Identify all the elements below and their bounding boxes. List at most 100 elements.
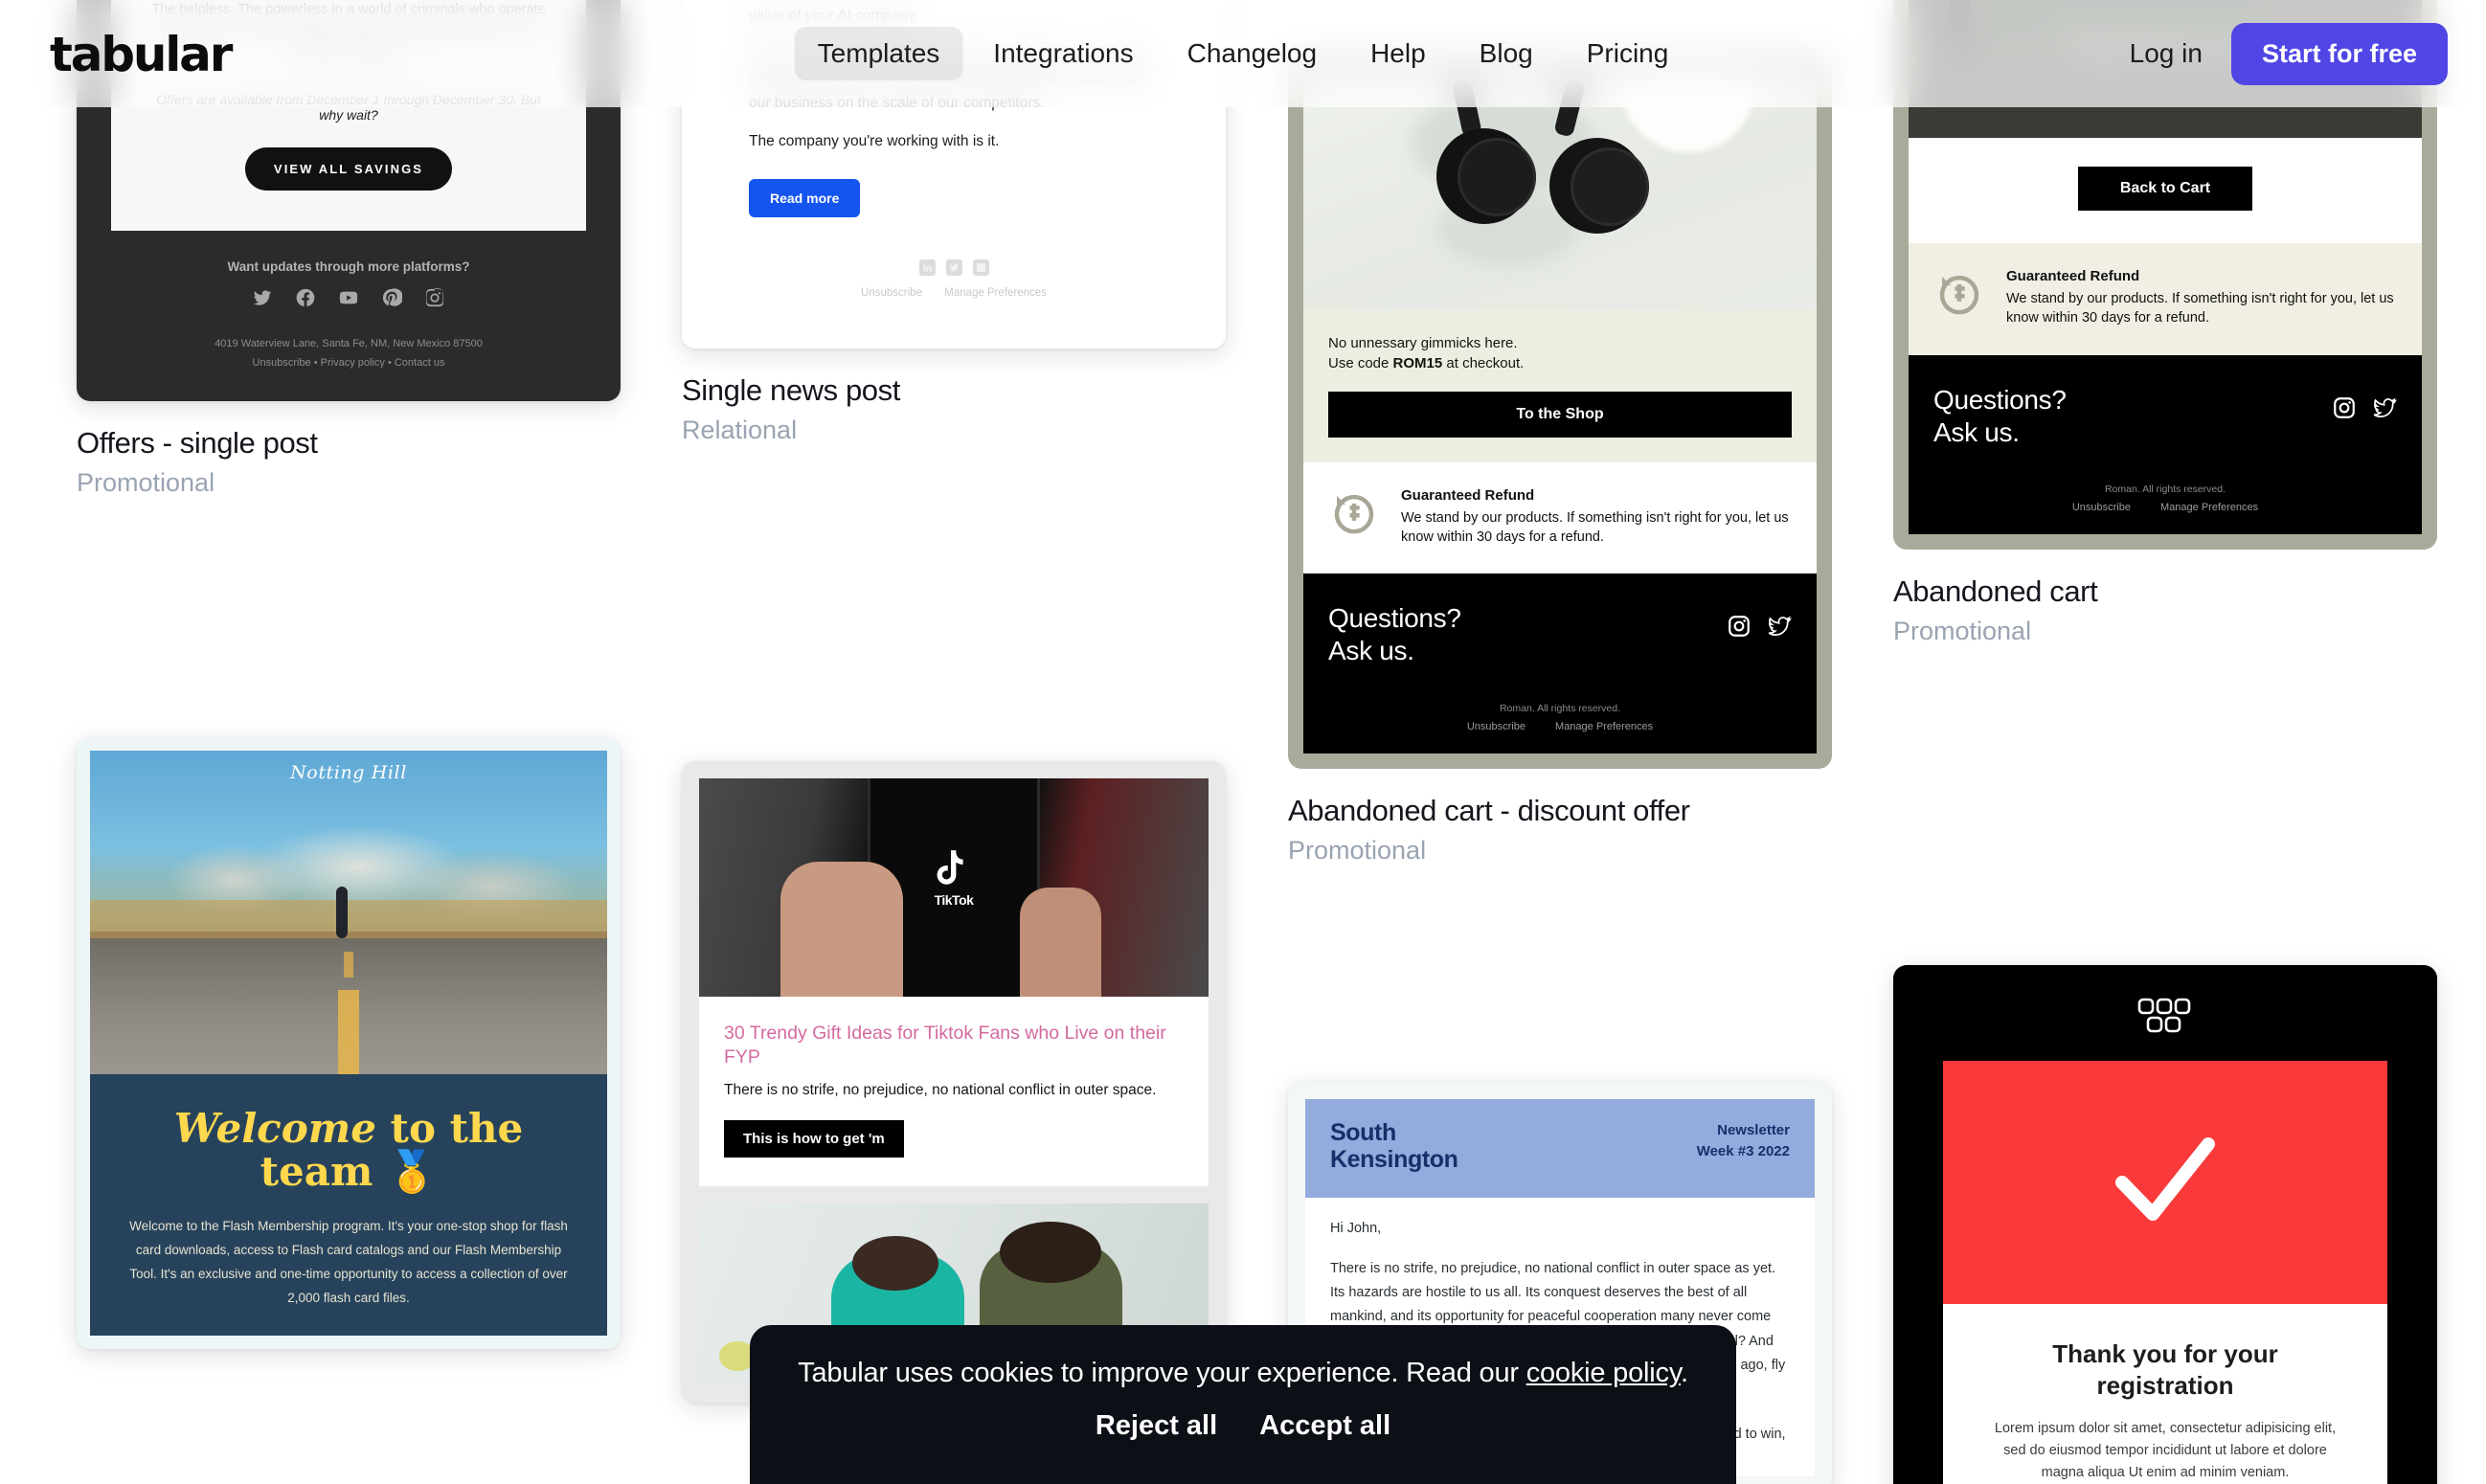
- manage-preferences-link[interactable]: Manage Preferences: [1555, 721, 1653, 732]
- pinterest-icon[interactable]: [381, 287, 404, 313]
- twitter-icon[interactable]: [1767, 614, 1793, 643]
- template-preview-registration[interactable]: Thank you for your registration Lorem ip…: [1893, 965, 2437, 1484]
- cookie-consent-banner: Tabular uses cookies to improve your exp…: [750, 1325, 1736, 1484]
- facebook-icon[interactable]: [295, 287, 316, 313]
- unsubscribe-link[interactable]: Unsubscribe: [253, 357, 311, 369]
- questions-heading: Questions? Ask us.: [1328, 603, 1461, 666]
- template-card-abandoned-cart-discount[interactable]: No unnessary gimmicks here. Use code ROM…: [1288, 56, 1832, 866]
- manage-preferences-link[interactable]: Manage Preferences: [2160, 502, 2258, 513]
- rights-text: Roman. All rights reserved.: [2104, 483, 2226, 495]
- template-card-registration-thanks[interactable]: Thank you for your registration Lorem ip…: [1893, 965, 2437, 1484]
- back-to-cart-button[interactable]: Back to Cart: [2077, 167, 2253, 211]
- refund-title: Guaranteed Refund: [2006, 268, 2140, 284]
- template-title: Single news post: [682, 373, 900, 408]
- refund-money-back-icon: [1328, 487, 1380, 544]
- rights-text: Roman. All rights reserved.: [1499, 702, 1621, 714]
- nav-link-templates[interactable]: Templates: [794, 27, 963, 80]
- nav-link-changelog[interactable]: Changelog: [1164, 27, 1340, 80]
- template-title: Abandoned cart: [1893, 573, 2098, 608]
- top-navigation-bar: tabular Templates Integrations Changelog…: [0, 0, 2486, 107]
- notting-hill-brand: Notting Hill: [290, 762, 407, 783]
- offers-address: 4019 Waterview Lane, Santa Fe, NM, New M…: [215, 337, 483, 349]
- manage-preferences-link[interactable]: Manage Preferences: [944, 287, 1047, 299]
- template-preview-notting-hill[interactable]: Notting Hill Welcome to the team 🥇 Welco…: [77, 737, 621, 1349]
- tiktok-paragraph: There is no strife, no prejudice, no nat…: [724, 1081, 1157, 1098]
- nav-link-integrations[interactable]: Integrations: [970, 27, 1156, 80]
- refund-text-block: Guaranteed Refund We stand by our produc…: [1401, 487, 1792, 548]
- questions-social-icons: [1727, 602, 1793, 643]
- instagram-icon[interactable]: [424, 287, 445, 313]
- instagram-icon[interactable]: [2332, 395, 2357, 425]
- brand-logo[interactable]: tabular: [50, 27, 233, 82]
- kensington-greeting: Hi John,: [1330, 1221, 1382, 1236]
- instagram-icon[interactable]: [1727, 614, 1752, 643]
- news-footer-links: Unsubscribe Manage Preferences: [749, 287, 1159, 299]
- template-category: Relational: [682, 416, 798, 445]
- back-to-cart-panel: Back to Cart: [1909, 138, 2422, 243]
- reject-all-button[interactable]: Reject all: [1084, 1406, 1229, 1446]
- news-paragraph-3: The company you're working with is it.: [749, 133, 1000, 150]
- start-for-free-button[interactable]: Start for free: [2230, 22, 2448, 85]
- kensington-header: South Kensington Newsletter Week #3 2022: [1305, 1099, 1815, 1198]
- how-to-get-button[interactable]: This is how to get 'm: [724, 1119, 904, 1158]
- cookie-text-before: Tabular uses cookies to improve your exp…: [798, 1358, 1526, 1388]
- template-title: Offers - single post: [77, 425, 318, 460]
- twitter-icon[interactable]: [945, 259, 962, 277]
- offers-footer-links: Unsubscribe • Privacy policy • Contact u…: [252, 356, 445, 369]
- gimmicks-line: No unnessary gimmicks here.: [1328, 335, 1518, 351]
- template-category: Promotional: [1893, 616, 2032, 645]
- template-preview-cart-discount[interactable]: No unnessary gimmicks here. Use code ROM…: [1288, 56, 1832, 769]
- registration-heading: Thank you for your registration: [2052, 1339, 2278, 1400]
- template-category: Promotional: [1288, 835, 1427, 865]
- youtube-icon[interactable]: [338, 287, 359, 313]
- success-banner: [1943, 1061, 2387, 1304]
- checkmark-icon: [2093, 1123, 2237, 1243]
- nav-link-pricing[interactable]: Pricing: [1564, 27, 1692, 80]
- offers-social-row: [77, 287, 621, 313]
- nav-link-help[interactable]: Help: [1347, 27, 1449, 80]
- cookie-text-after: .: [1680, 1358, 1688, 1388]
- questions-row: Questions? Ask us.: [1933, 384, 2398, 449]
- to-the-shop-button[interactable]: To the Shop: [1328, 391, 1792, 438]
- questions-section: Questions? Ask us. Roman. All rights rese…: [1909, 354, 2422, 534]
- contact-us-link[interactable]: Contact us: [395, 357, 445, 369]
- templates-grid: savings this Winter. The first mate and …: [0, 0, 2486, 1484]
- kensington-meta: Newsletter Week #3 2022: [1696, 1122, 1790, 1159]
- refund-title: Guaranteed Refund: [1401, 486, 1535, 504]
- view-all-savings-button[interactable]: VIEW ALL SAVINGS: [244, 146, 453, 191]
- cookie-actions: Reject all Accept all: [788, 1406, 1698, 1446]
- medal-icon: 🥇: [387, 1148, 438, 1196]
- questions-social-icons: [2332, 384, 2398, 425]
- news-social-row: [749, 259, 1159, 277]
- offers-footer-heading: Want updates through more platforms?: [227, 259, 470, 274]
- nav-link-blog[interactable]: Blog: [1457, 27, 1556, 80]
- unsubscribe-link[interactable]: Unsubscribe: [1467, 721, 1526, 732]
- refund-text-block: Guaranteed Refund We stand by our produc…: [2006, 268, 2397, 328]
- unsubscribe-link[interactable]: Unsubscribe: [2072, 502, 2131, 513]
- grid-squares-logo: [1893, 965, 2437, 1061]
- linkedin-icon[interactable]: [918, 259, 936, 277]
- welcome-paragraph: Welcome to the Flash Membership program.…: [129, 1218, 568, 1305]
- read-more-button[interactable]: Read more: [749, 179, 861, 218]
- twitter-icon[interactable]: [2372, 395, 2398, 425]
- cart-footer-links: Unsubscribe Manage Preferences: [1328, 721, 1792, 732]
- accept-all-button[interactable]: Accept all: [1248, 1406, 1402, 1446]
- template-title: Abandoned cart - discount offer: [1288, 793, 1690, 827]
- refund-section: Guaranteed Refund We stand by our produc…: [1303, 462, 1817, 574]
- tiktok-content-panel: 30 Trendy Gift Ideas for Tiktok Fans who…: [699, 997, 1209, 1186]
- login-link[interactable]: Log in: [2130, 38, 2203, 69]
- template-preview-tiktok[interactable]: TikTok 30 Trendy Gift Ideas for Tiktok F…: [682, 761, 1226, 1403]
- unsubscribe-link[interactable]: Unsubscribe: [861, 287, 922, 299]
- template-card-welcome-team[interactable]: Notting Hill Welcome to the team 🥇 Welco…: [77, 737, 621, 1349]
- tiktok-wordmark: TikTok: [934, 891, 974, 908]
- cart-footer-links: Unsubscribe Manage Preferences: [1933, 502, 2397, 513]
- refund-description: We stand by our products. If something i…: [1401, 509, 1789, 545]
- tiktok-phone-photo: TikTok: [699, 778, 1209, 997]
- nav-actions: Log in Start for free: [2130, 22, 2448, 85]
- template-card-tiktok-post[interactable]: TikTok 30 Trendy Gift Ideas for Tiktok F…: [682, 761, 1226, 1403]
- questions-section: Questions? Ask us. Roman. All rights rese…: [1303, 573, 1817, 753]
- privacy-policy-link[interactable]: Privacy policy: [321, 357, 385, 369]
- cookie-policy-link[interactable]: cookie policy: [1526, 1358, 1681, 1388]
- instagram-icon[interactable]: [972, 259, 989, 277]
- twitter-icon[interactable]: [252, 287, 273, 313]
